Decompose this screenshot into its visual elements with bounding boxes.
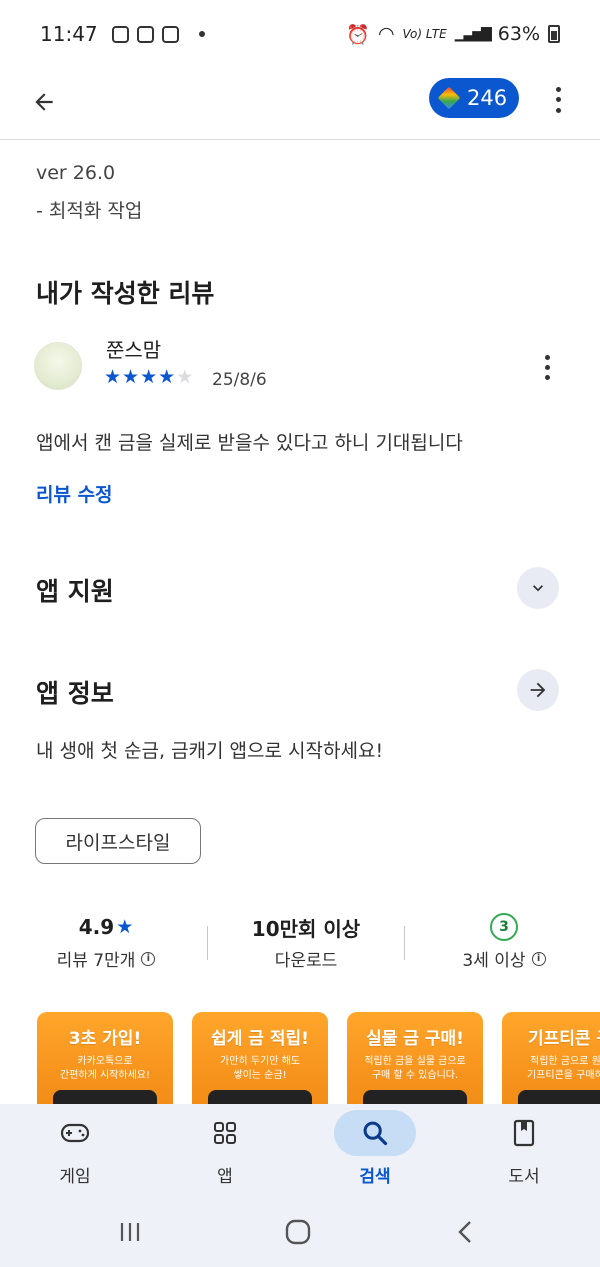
back-arrow-icon	[35, 93, 53, 111]
clipboard-icon	[161, 25, 179, 43]
system-navigation-bar	[0, 1200, 600, 1267]
edit-review-link[interactable]: 리뷰 수정	[36, 480, 113, 507]
phone-mockup	[363, 1090, 467, 1104]
review-more-button[interactable]	[536, 352, 558, 382]
status-time: 11:47	[40, 22, 98, 46]
version-note: - 최적화 작업	[36, 200, 143, 222]
alarm-icon: ⏰	[346, 23, 370, 46]
book-icon	[483, 1110, 565, 1156]
info-icon: i	[531, 951, 546, 966]
stat-divider	[207, 926, 208, 960]
star-empty-icon: ★	[176, 366, 194, 388]
app-info-heading[interactable]: 앱 정보	[36, 674, 114, 710]
play-points-button[interactable]: 246	[429, 78, 519, 118]
reviewer-name: 쭌스맘	[106, 338, 162, 362]
more-vert-icon	[555, 86, 561, 92]
screenshot-card[interactable]: 실물 금 구매! 적립한 금을 실물 금으로 구매 할 수 있습니다.	[347, 1012, 483, 1104]
more-vert-icon	[544, 354, 550, 360]
review-text: 앱에서 캔 금을 실제로 받을수 있다고 하니 기대됩니다	[36, 432, 463, 454]
screenshot-carousel[interactable]: 3초 가입! 카카오톡으로 간편하게 시작하세요! 쉽게 금 적립! 가만히 두기…	[37, 1012, 600, 1104]
category-chip[interactable]: 라이프스타일	[35, 818, 201, 864]
nav-search[interactable]: 검색	[320, 1110, 430, 1187]
apps-grid-icon	[184, 1110, 266, 1156]
system-back-button[interactable]	[446, 1214, 486, 1250]
play-points-count: 246	[467, 86, 508, 110]
downloads-stat: 10만회 이상 다운로드	[226, 912, 386, 972]
notification-app-icon	[136, 25, 154, 43]
signal-icon: ▁▃▅▇	[454, 26, 492, 42]
age-rating-icon: 3	[490, 913, 518, 941]
rating-stars: ★ ★ ★ ★ ★	[104, 366, 193, 388]
arrow-forward-icon	[530, 682, 546, 698]
nav-games[interactable]: 게임	[20, 1110, 130, 1187]
app-bar: 246	[0, 68, 600, 140]
home-icon	[285, 1219, 311, 1245]
my-review-heading: 내가 작성한 리뷰	[36, 279, 215, 308]
chevron-left-icon	[458, 1221, 471, 1243]
screenshot-card[interactable]: 3초 가입! 카카오톡으로 간편하게 시작하세요!	[37, 1012, 173, 1104]
app-info-arrow-button[interactable]	[517, 669, 559, 711]
status-bar: 11:47 ⏰ ◠ Vo) LTE ▁▃▅▇ 63%	[0, 0, 600, 68]
nav-books[interactable]: 도서	[469, 1110, 579, 1187]
star-icon: ★	[116, 916, 134, 938]
age-rating-stat[interactable]: 3 3세 이상 i	[424, 912, 584, 971]
instagram-icon	[111, 25, 129, 43]
downloads-value: 10만회 이상	[251, 916, 361, 941]
review-count: 리뷰 7만개	[56, 951, 136, 971]
expand-support-button[interactable]	[517, 567, 559, 609]
bottom-navigation: 게임 앱 검색 도서	[0, 1104, 600, 1200]
star-filled-icon: ★	[104, 366, 122, 388]
star-filled-icon: ★	[140, 366, 158, 388]
star-filled-icon: ★	[158, 366, 176, 388]
version-text: ver 26.0	[36, 162, 116, 184]
age-rating-label: 3세 이상	[462, 951, 526, 971]
avatar	[34, 342, 82, 390]
screenshot-card[interactable]: 기프티콘 구 적립한 금으로 원하기프티콘을 구매하세	[502, 1012, 600, 1104]
play-points-icon	[437, 86, 461, 110]
app-support-heading[interactable]: 앱 지원	[36, 572, 114, 608]
more-notifications-icon	[198, 31, 205, 37]
back-button[interactable]	[24, 82, 64, 122]
wifi-icon: ◠	[377, 23, 395, 45]
rating-stat[interactable]: 4.9 ★ 리뷰 7만개 i	[26, 912, 186, 971]
search-icon	[334, 1110, 416, 1156]
more-options-button[interactable]	[546, 84, 570, 116]
recent-apps-icon	[120, 1223, 140, 1241]
nav-apps[interactable]: 앱	[170, 1110, 280, 1187]
chevron-down-icon	[533, 585, 543, 592]
battery-icon	[548, 25, 560, 43]
star-filled-icon: ★	[122, 366, 140, 388]
phone-mockup	[53, 1090, 157, 1104]
app-description: 내 생애 첫 순금, 금캐기 앱으로 시작하세요!	[36, 740, 384, 762]
phone-mockup	[208, 1090, 312, 1104]
screenshot-card[interactable]: 쉽게 금 적립! 가만히 두기만 해도 쌓이는 순금!	[192, 1012, 328, 1104]
battery-percent: 63%	[497, 23, 540, 45]
review-date: 25/8/6	[212, 370, 267, 390]
phone-mockup	[518, 1090, 600, 1104]
volte-label: Vo) LTE	[402, 27, 447, 41]
rating-value: 4.9	[78, 915, 115, 939]
stat-divider	[404, 926, 405, 960]
gamepad-icon	[34, 1110, 116, 1156]
home-button[interactable]	[278, 1214, 318, 1250]
downloads-label: 다운로드	[274, 951, 338, 971]
recent-apps-button[interactable]	[110, 1214, 150, 1250]
info-icon: i	[141, 951, 156, 966]
